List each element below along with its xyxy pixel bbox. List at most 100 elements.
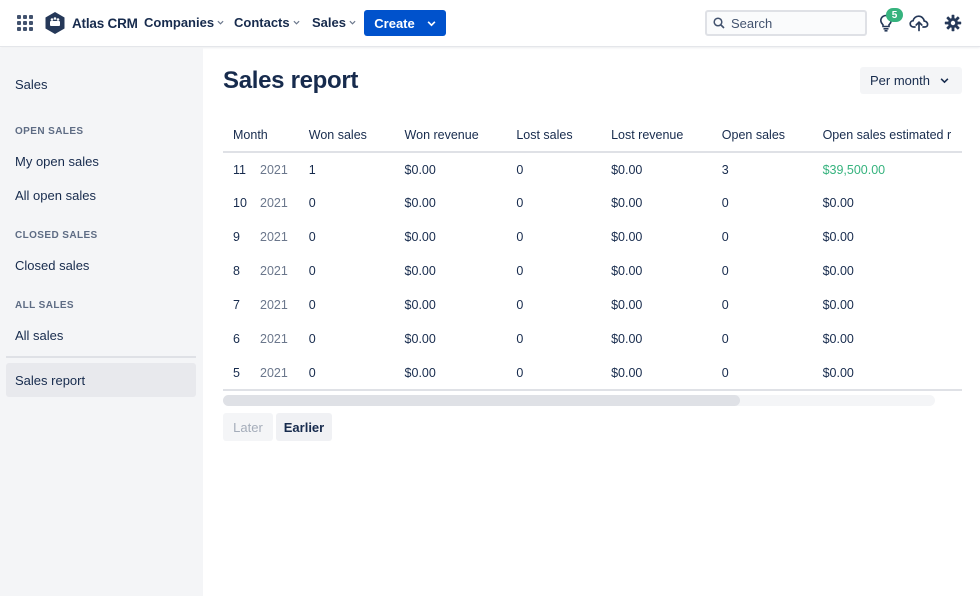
sidebar-item-sales-report[interactable]: Sales report bbox=[6, 363, 196, 397]
search-icon bbox=[713, 17, 725, 29]
period-select[interactable]: Per month bbox=[860, 67, 962, 94]
sidebar-item-all-open-sales[interactable]: All open sales bbox=[6, 178, 196, 212]
cell-month: 6 2021 bbox=[223, 322, 309, 356]
sidebar-item-label: All sales bbox=[15, 327, 64, 343]
nav-contacts[interactable]: Contacts bbox=[234, 15, 300, 30]
notification-count-badge: 5 bbox=[886, 8, 903, 22]
cell-open-sales-estimated-revenue: $0.00 bbox=[822, 356, 962, 391]
cell-month: 5 2021 bbox=[223, 356, 309, 391]
page-title: Sales report bbox=[223, 67, 359, 94]
cell-lost-revenue: $0.00 bbox=[611, 298, 643, 312]
cell-open-sales: 0 bbox=[721, 196, 729, 210]
cell-won-revenue: $0.00 bbox=[404, 230, 436, 244]
column-header-won-revenue: Won revenue bbox=[404, 119, 517, 153]
cell-open-sales: 0 bbox=[721, 356, 823, 391]
sidebar-heading-all-sales: ALL SALES bbox=[15, 300, 74, 311]
cell-open-sales-estimated-revenue: $0.00 bbox=[822, 264, 854, 278]
table-row: 7 2021 0 $0.00 0 $0.00 0 $0.00 bbox=[223, 288, 962, 322]
earlier-button[interactable]: Earlier bbox=[276, 413, 332, 441]
cell-won-sales: 0 bbox=[308, 196, 316, 210]
month-number: 5 bbox=[233, 365, 240, 380]
sidebar-item-label: Closed sales bbox=[15, 257, 90, 273]
cell-open-sales: 0 bbox=[721, 298, 729, 312]
column-header-month: Month bbox=[223, 119, 309, 153]
sidebar: Sales OPEN SALES My open sales All open … bbox=[0, 48, 203, 596]
cell-month: 7 2021 bbox=[223, 288, 309, 322]
cell-lost-sales: 0 bbox=[516, 230, 524, 244]
table-row: 5 2021 0 $0.00 0 $0.00 0 $0.00 bbox=[223, 356, 962, 391]
sales-report-table-container: Month Won sales Won revenue Lost sales L… bbox=[223, 119, 962, 391]
cell-lost-sales: 0 bbox=[516, 196, 524, 210]
chevron-down-icon bbox=[293, 20, 300, 25]
month-year: 2021 bbox=[260, 196, 288, 210]
sidebar-item-closed-sales[interactable]: Closed sales bbox=[6, 248, 196, 282]
horizontal-scrollbar-thumb[interactable] bbox=[223, 395, 740, 406]
cell-lost-sales: 0 bbox=[516, 298, 524, 312]
sidebar-item-my-open-sales[interactable]: My open sales bbox=[6, 144, 196, 178]
month-year: 2021 bbox=[260, 162, 288, 177]
search-input[interactable] bbox=[731, 15, 851, 31]
cell-open-sales: 0 bbox=[721, 230, 729, 244]
create-button-label: Create bbox=[374, 15, 415, 31]
create-button[interactable]: Create bbox=[364, 10, 446, 36]
cell-won-sales: 0 bbox=[308, 230, 316, 244]
later-button[interactable]: Later bbox=[223, 413, 273, 441]
cell-won-sales: 0 bbox=[308, 356, 405, 391]
cell-open-sales: 3 bbox=[721, 162, 729, 177]
settings-button[interactable] bbox=[942, 12, 964, 34]
sidebar-heading-open-sales: OPEN SALES bbox=[15, 126, 84, 137]
cell-lost-sales: 0 bbox=[516, 356, 612, 391]
cell-month: 10 2021 bbox=[223, 186, 309, 220]
chevron-down-icon bbox=[940, 78, 949, 84]
column-header-open-sales-estimated-revenue: Open sales estimated r bbox=[822, 119, 962, 153]
upload-button[interactable] bbox=[908, 12, 930, 34]
sidebar-item-label: All open sales bbox=[15, 187, 96, 203]
cell-lost-sales: 0 bbox=[516, 162, 524, 177]
sidebar-item-label: My open sales bbox=[15, 153, 99, 169]
month-year: 2021 bbox=[260, 298, 288, 312]
cell-open-sales-estimated-revenue: $39,500.00 bbox=[822, 162, 886, 177]
cell-lost-sales: 0 bbox=[516, 264, 524, 278]
cell-month: 9 2021 bbox=[223, 220, 309, 254]
cell-won-revenue: $0.00 bbox=[404, 264, 436, 278]
column-header-open-sales: Open sales bbox=[721, 119, 823, 153]
month-number: 10 bbox=[233, 196, 247, 210]
cell-won-sales: 1 bbox=[308, 162, 316, 177]
nav-contacts-label: Contacts bbox=[234, 15, 290, 30]
nav-sales-label: Sales bbox=[312, 15, 346, 30]
table-row: 9 2021 0 $0.00 0 $0.00 0 $0.00 bbox=[223, 220, 962, 254]
cell-won-revenue: $0.00 bbox=[404, 332, 436, 346]
cell-month: 11 2021 bbox=[223, 152, 309, 186]
sidebar-divider bbox=[6, 356, 196, 358]
search-box[interactable] bbox=[705, 10, 867, 36]
column-header-lost-sales: Lost sales bbox=[516, 119, 612, 153]
cell-won-sales: 0 bbox=[308, 298, 316, 312]
chevron-down-icon bbox=[217, 20, 224, 25]
cell-lost-revenue: $0.00 bbox=[611, 196, 643, 210]
cell-won-sales: 0 bbox=[308, 264, 316, 278]
nav-sales[interactable]: Sales bbox=[312, 15, 356, 30]
month-number: 6 bbox=[233, 332, 240, 346]
month-year: 2021 bbox=[260, 230, 288, 244]
month-year: 2021 bbox=[260, 264, 288, 278]
sidebar-title: Sales bbox=[15, 77, 48, 92]
sidebar-heading-closed-sales: CLOSED SALES bbox=[15, 230, 98, 241]
table-row: 11 2021 1 $0.00 0 $0.00 3 $39,500.00 bbox=[223, 152, 962, 186]
app-grid-icon[interactable] bbox=[17, 15, 33, 31]
table-row: 8 2021 0 $0.00 0 $0.00 0 $0.00 bbox=[223, 254, 962, 288]
nav-companies[interactable]: Companies bbox=[144, 15, 224, 30]
sidebar-item-all-sales[interactable]: All sales bbox=[6, 318, 196, 352]
table-row: 10 2021 0 $0.00 0 $0.00 0 $0.00 bbox=[223, 186, 962, 220]
cell-won-revenue: $0.00 bbox=[404, 162, 436, 177]
cell-won-revenue: $0.00 bbox=[404, 196, 436, 210]
atlas-logo-icon bbox=[45, 12, 65, 34]
cell-lost-revenue: $0.00 bbox=[611, 264, 643, 278]
table-row: 6 2021 0 $0.00 0 $0.00 0 $0.00 bbox=[223, 322, 962, 356]
chevron-down-icon bbox=[349, 20, 356, 25]
month-year: 2021 bbox=[260, 332, 288, 346]
app-name: Atlas CRM bbox=[72, 15, 138, 31]
app-logo[interactable]: Atlas CRM bbox=[44, 11, 138, 35]
month-number: 9 bbox=[233, 230, 240, 244]
cell-open-sales: 0 bbox=[721, 264, 729, 278]
cell-won-revenue: $0.00 bbox=[404, 356, 517, 391]
